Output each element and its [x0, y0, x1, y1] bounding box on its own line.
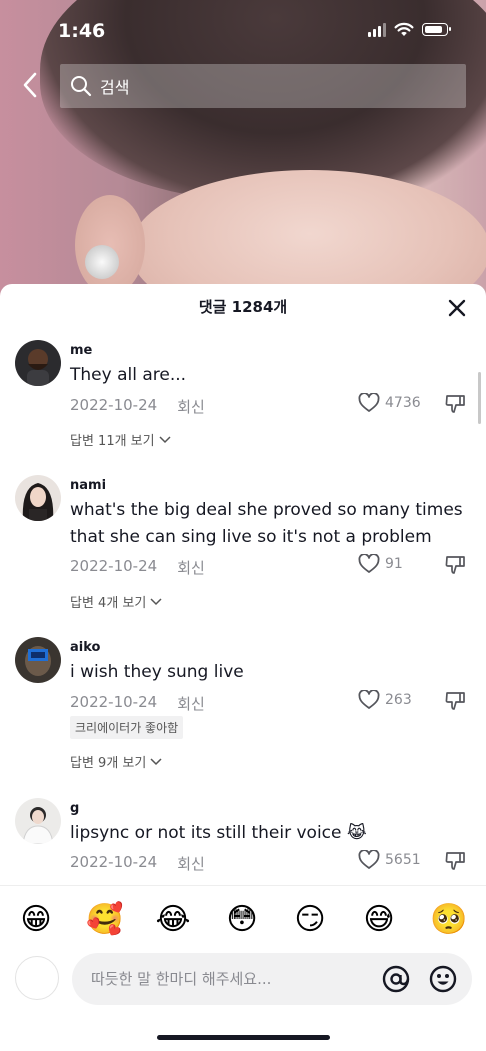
- avatar-image: [15, 340, 61, 386]
- mention-icon[interactable]: [382, 965, 410, 993]
- comment-composer: 따듯한 말 한마디 해주세요...: [0, 953, 486, 1009]
- wifi-icon: [394, 22, 414, 36]
- chevron-left-icon: [23, 72, 37, 98]
- like-button[interactable]: 4736: [358, 393, 421, 413]
- view-replies-button[interactable]: 답변 9개 보기: [70, 752, 163, 771]
- comment-date: 2022-10-24: [70, 853, 158, 871]
- emoji-tears-of-joy[interactable]: 😂: [155, 902, 191, 938]
- avatar-image: [15, 798, 61, 844]
- comment-meta: 2022-10-24 회신: [70, 396, 205, 417]
- heart-icon: [358, 690, 380, 709]
- scroll-indicator[interactable]: [478, 372, 481, 424]
- thumbs-down-icon[interactable]: [444, 850, 466, 872]
- view-replies-label: 답변 11개 보기: [70, 434, 155, 449]
- emoji-smiling-hearts[interactable]: 🥰: [86, 902, 123, 938]
- status-time: 1:46: [58, 20, 106, 42]
- like-count: 4736: [385, 395, 421, 411]
- back-button[interactable]: [14, 69, 46, 101]
- like-count: 5651: [385, 852, 421, 868]
- avatar[interactable]: [15, 475, 61, 521]
- comment-username[interactable]: nami: [70, 478, 106, 493]
- comment-text: i wish they sung live: [70, 662, 244, 682]
- view-replies-label: 답변 9개 보기: [70, 756, 147, 771]
- comment-meta: 2022-10-24 회신: [70, 693, 205, 714]
- emoji-picker-icon[interactable]: [429, 965, 457, 993]
- emoji-quick-bar: 😁 🥰 😂 😳 😏 😅 🥺: [0, 885, 486, 956]
- creator-liked-badge: 크리에이터가 좋아함: [70, 716, 184, 739]
- my-avatar: [15, 956, 59, 1000]
- close-icon[interactable]: [448, 299, 466, 317]
- reply-button[interactable]: 회신: [177, 853, 205, 874]
- thumbs-down-icon[interactable]: [444, 393, 466, 415]
- view-replies-button[interactable]: 답변 11개 보기: [70, 430, 172, 449]
- emoji-smirk[interactable]: 😏: [292, 902, 328, 938]
- emoji-sweat-smile[interactable]: 😅: [361, 902, 397, 938]
- comments-count-title: 댓글 1284개: [198, 298, 288, 316]
- comment-username[interactable]: g: [70, 801, 79, 816]
- comment-meta: 2022-10-24 회신: [70, 853, 205, 874]
- like-button[interactable]: 91: [358, 554, 403, 574]
- reply-button[interactable]: 회신: [177, 557, 205, 578]
- heart-icon: [358, 850, 380, 869]
- comment-text: lipsync or not its still their voice 😹: [70, 823, 367, 843]
- comment-text: what's the big deal she proved so many t…: [70, 500, 463, 547]
- top-bar: 검색: [0, 63, 486, 109]
- emoji-flushed[interactable]: 😳: [224, 902, 260, 938]
- like-count: 263: [385, 692, 412, 708]
- chevron-down-icon: [150, 597, 162, 605]
- comment-meta: 2022-10-24 회신: [70, 557, 205, 578]
- chevron-down-icon: [150, 757, 162, 765]
- battery-icon: [422, 23, 451, 36]
- earring-shape: [85, 245, 119, 279]
- avatar[interactable]: [15, 637, 61, 683]
- home-indicator: [157, 1035, 330, 1040]
- search-placeholder: 검색: [100, 78, 130, 97]
- comment-date: 2022-10-24: [70, 693, 158, 711]
- thumbs-down-icon[interactable]: [444, 690, 466, 712]
- search-icon: [71, 76, 92, 97]
- avatar-image: [15, 475, 61, 521]
- avatar[interactable]: [15, 798, 61, 844]
- emoji-pleading[interactable]: 🥺: [430, 902, 467, 938]
- comment-text: They all are...: [70, 365, 187, 385]
- search-input[interactable]: 검색: [60, 64, 466, 108]
- comment-date: 2022-10-24: [70, 557, 158, 575]
- reply-button[interactable]: 회신: [177, 396, 205, 417]
- comment-date: 2022-10-24: [70, 396, 158, 414]
- avatar-image: [15, 637, 61, 683]
- comment-input-placeholder: 따듯한 말 한마디 해주세요...: [91, 970, 272, 988]
- avatar[interactable]: [15, 340, 61, 386]
- ear-shape: [75, 195, 145, 295]
- signal-icon: [368, 22, 386, 37]
- like-button[interactable]: 263: [358, 690, 412, 710]
- like-button[interactable]: 5651: [358, 850, 421, 870]
- emoji-grin[interactable]: 😁: [18, 902, 54, 938]
- comment-input[interactable]: 따듯한 말 한마디 해주세요...: [72, 953, 472, 1005]
- comment-username[interactable]: aiko: [70, 640, 100, 655]
- reply-button[interactable]: 회신: [177, 693, 205, 714]
- heart-icon: [358, 554, 380, 573]
- heart-icon: [358, 393, 380, 412]
- view-replies-label: 답변 4개 보기: [70, 596, 147, 611]
- chevron-down-icon: [159, 435, 171, 443]
- status-icons: [368, 22, 451, 37]
- thumbs-down-icon[interactable]: [444, 554, 466, 576]
- comment-username[interactable]: me: [70, 343, 92, 358]
- view-replies-button[interactable]: 답변 4개 보기: [70, 592, 163, 611]
- like-count: 91: [385, 556, 403, 572]
- status-bar: 1:46: [0, 0, 486, 62]
